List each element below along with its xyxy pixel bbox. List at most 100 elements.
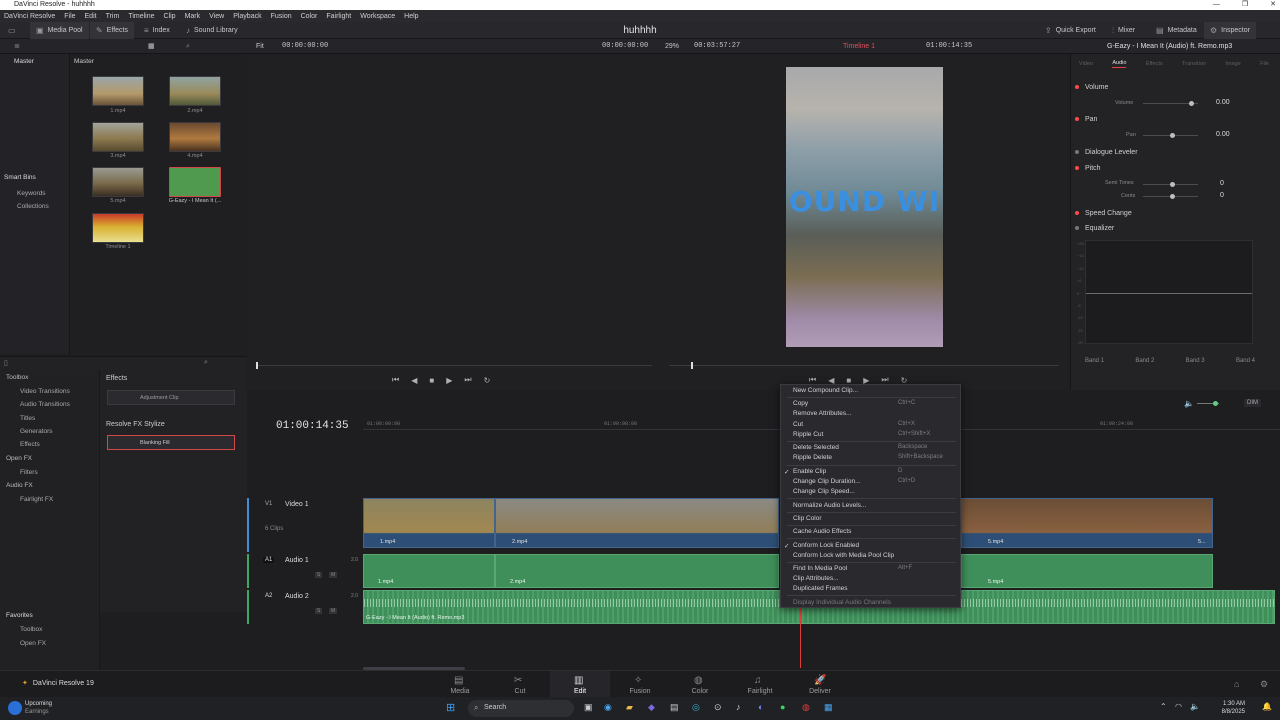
- home-icon[interactable]: ⌂: [1234, 679, 1239, 689]
- tree-favorites[interactable]: Favorites: [6, 612, 33, 619]
- panel-toggle-icon[interactable]: ▭: [8, 22, 16, 39]
- pan-section[interactable]: Pan: [1075, 116, 1275, 123]
- context-menu-item[interactable]: Delete Selected: [793, 444, 839, 451]
- resolve-icon[interactable]: ◍: [802, 702, 810, 713]
- fav-toolbox[interactable]: Toolbox: [20, 626, 42, 633]
- cents-value[interactable]: 0: [1220, 192, 1224, 199]
- first-frame-icon[interactable]: ⏮: [392, 375, 399, 385]
- audio-clip-1[interactable]: 1.mp4: [363, 554, 495, 588]
- pan-value[interactable]: 0.00: [1216, 131, 1230, 138]
- menu-edit[interactable]: Edit: [85, 13, 97, 20]
- menu-file[interactable]: File: [64, 13, 75, 20]
- weather-icon[interactable]: [8, 701, 22, 715]
- list-view-icon[interactable]: ≣: [14, 39, 20, 54]
- menu-view[interactable]: View: [209, 13, 224, 20]
- tab-video[interactable]: Video: [1079, 61, 1093, 67]
- pan-knob[interactable]: [1170, 133, 1175, 138]
- equalizer-section[interactable]: Equalizer: [1075, 225, 1275, 232]
- page-fusion[interactable]: ✧ Fusion: [610, 671, 670, 698]
- dialogue-leveler-section[interactable]: Dialogue Leveler: [1075, 149, 1275, 156]
- weather-widget[interactable]: Upcoming Earnings: [25, 700, 52, 716]
- tree-fairlight-fx[interactable]: Fairlight FX: [20, 496, 53, 503]
- stop-icon[interactable]: ■: [429, 376, 434, 385]
- task-view-icon[interactable]: ▣: [584, 702, 593, 713]
- page-fairlight[interactable]: ♫ Fairlight: [730, 671, 790, 698]
- monitor-volume-knob[interactable]: [1213, 401, 1218, 406]
- media-thumb-2[interactable]: [169, 76, 221, 106]
- blanking-fill-item[interactable]: Blanking Fill: [107, 435, 235, 450]
- speed-enable-dot[interactable]: [1075, 211, 1079, 215]
- eq-enable-dot[interactable]: [1075, 226, 1079, 230]
- wifi-icon[interactable]: ◠: [1175, 702, 1182, 711]
- page-deliver[interactable]: 🚀 Deliver: [790, 671, 850, 698]
- volume-value[interactable]: 0.00: [1216, 99, 1230, 106]
- discord-icon[interactable]: ◐: [758, 702, 763, 712]
- tab-image[interactable]: Image: [1225, 61, 1240, 67]
- speed-change-section[interactable]: Speed Change: [1075, 210, 1275, 217]
- menu-clip[interactable]: Clip: [164, 13, 176, 20]
- menu-help[interactable]: Help: [404, 13, 418, 20]
- source-scrubber[interactable]: [257, 365, 652, 366]
- tray-chevron-icon[interactable]: ⌃: [1160, 702, 1167, 711]
- pan-enable-dot[interactable]: [1075, 117, 1079, 121]
- settings-icon[interactable]: ⚙: [1260, 679, 1268, 690]
- master-bin[interactable]: Master: [14, 58, 34, 65]
- dialogue-enable-dot[interactable]: [1075, 150, 1079, 154]
- browser-icon[interactable]: ◎: [692, 702, 700, 713]
- menu-mark[interactable]: Mark: [185, 13, 201, 20]
- context-menu-item[interactable]: Duplicated Frames: [793, 585, 848, 592]
- mixer-button[interactable]: ⫶ Mixer: [1112, 22, 1135, 39]
- tree-audio-transitions[interactable]: Audio Transitions: [20, 401, 70, 408]
- timeline-selector[interactable]: Timeline 1: [843, 39, 875, 54]
- menu-davinci[interactable]: DaVinci Resolve: [4, 13, 55, 20]
- video-clip-2[interactable]: 2.mp4: [495, 498, 779, 548]
- tree-generators[interactable]: Generators: [20, 428, 53, 435]
- store-icon[interactable]: ▤: [670, 702, 679, 713]
- tree-effects[interactable]: Effects: [20, 441, 40, 448]
- edge-icon[interactable]: ◉: [604, 702, 612, 713]
- context-menu-item[interactable]: Conform Lock with Media Pool Clip: [793, 552, 894, 559]
- source-playhead[interactable]: [256, 362, 258, 369]
- volume-knob[interactable]: [1189, 101, 1194, 106]
- menu-timeline[interactable]: Timeline: [128, 13, 154, 20]
- context-menu-item[interactable]: Display Individual Audio Channels: [793, 599, 891, 606]
- media-thumb-1[interactable]: [92, 76, 144, 106]
- media-thumb-3[interactable]: [92, 122, 144, 152]
- tab-effects[interactable]: Effects: [1146, 61, 1163, 67]
- media-thumb-5[interactable]: [92, 167, 144, 197]
- band-3-label[interactable]: Band 3: [1186, 358, 1205, 364]
- teams-icon[interactable]: ◆: [648, 702, 655, 713]
- context-menu-item[interactable]: Change Clip Speed...: [793, 488, 855, 495]
- band-2-label[interactable]: Band 2: [1135, 358, 1154, 364]
- band-4-label[interactable]: Band 4: [1236, 358, 1255, 364]
- semi-tones-knob[interactable]: [1170, 182, 1175, 187]
- adjustment-clip-item[interactable]: Adjustment Clip: [107, 390, 235, 405]
- program-viewer[interactable]: OUND WI ⏮ ◀ ■ ▶ ⏭ ↻: [659, 54, 1069, 390]
- media-thumb-4[interactable]: [169, 122, 221, 152]
- sound-library-button[interactable]: ♪ Sound Library: [186, 22, 238, 39]
- media-thumb-timeline[interactable]: [92, 213, 144, 243]
- volume-tray-icon[interactable]: 🔈: [1190, 702, 1200, 711]
- index-button[interactable]: ≡ Index: [144, 22, 170, 39]
- audio-clip-5[interactable]: 5.mp4: [961, 554, 1213, 588]
- dim-button[interactable]: DIM: [1244, 399, 1261, 407]
- context-menu-item[interactable]: Cache Audio Effects: [793, 528, 851, 535]
- semi-tones-value[interactable]: 0: [1220, 180, 1224, 187]
- tree-toolbox[interactable]: Toolbox: [6, 374, 28, 381]
- menu-color[interactable]: Color: [301, 13, 318, 20]
- band-1-label[interactable]: Band 1: [1085, 358, 1104, 364]
- quick-export-button[interactable]: ⇪ Quick Export: [1045, 22, 1096, 39]
- panel-icon[interactable]: ▯: [4, 359, 8, 367]
- page-cut[interactable]: ✂ Cut: [490, 671, 550, 698]
- timeline-panel[interactable]: 01:00:14:35 01:00:00:00 01:00:08:00 01:0…: [247, 392, 1280, 670]
- tree-video-transitions[interactable]: Video Transitions: [20, 388, 70, 395]
- a2-solo-button[interactable]: S: [315, 608, 323, 614]
- notifications-icon[interactable]: 🔔: [1262, 702, 1272, 711]
- search-icon[interactable]: ⌕: [186, 39, 190, 54]
- page-color[interactable]: ◍ Color: [670, 671, 730, 698]
- taskbar-search[interactable]: ⌕ Search: [468, 700, 574, 717]
- context-menu-item[interactable]: Ripple Cut: [793, 431, 823, 438]
- tree-filters[interactable]: Filters: [20, 469, 38, 476]
- cents-knob[interactable]: [1170, 194, 1175, 199]
- effects-button[interactable]: ✎ Effects: [90, 22, 134, 39]
